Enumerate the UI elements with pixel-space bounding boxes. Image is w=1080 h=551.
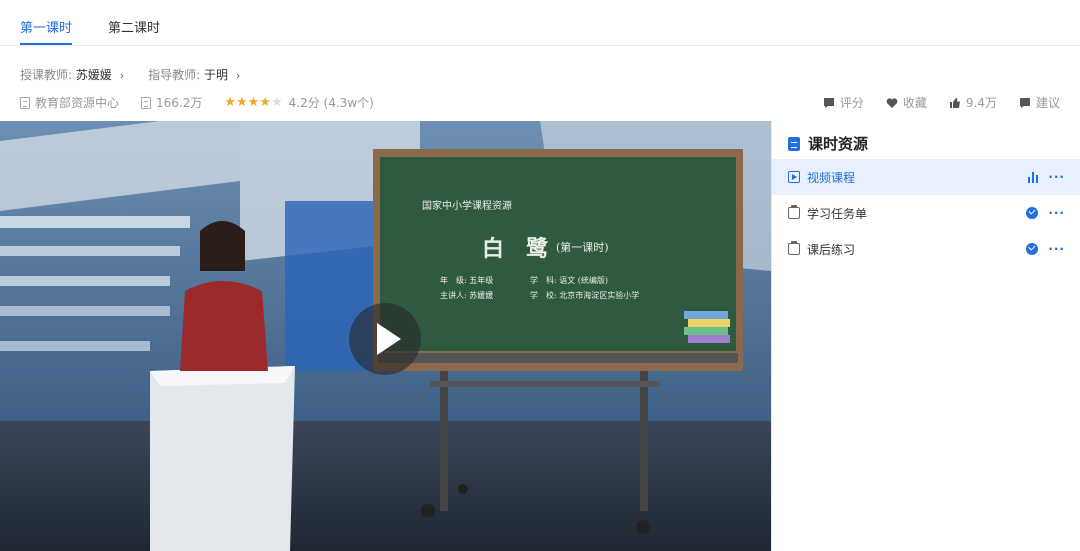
clipboard-icon [788,241,800,255]
lecturer-label: 授课教师: [20,68,73,82]
video-player[interactable]: 国家中小学课程资源 白 鹭 (第一课时) 年 级: 五年级 学 科: 语文 (统… [0,121,771,551]
heart-icon [886,97,898,108]
lesson-tabs: 第一课时 第二课时 [0,0,1080,46]
chevron-right-icon: › [235,69,241,82]
resource-controls: ··· [1026,242,1065,256]
resource-item-exercise[interactable]: 课后练习 ··· [772,231,1080,267]
favorite-label: 收藏 [902,96,927,110]
source-name: 教育部资源中心 [35,96,120,110]
tab-lesson-1[interactable]: 第一课时 [20,17,73,45]
board-title: 白 鹭 [482,236,549,262]
views: 166.2万 [141,94,202,111]
half-star-icon: ★ [271,95,283,110]
tab-lesson-2[interactable]: 第二课时 [108,17,160,36]
thumbs-up-icon [949,97,960,108]
board-school: 学 校: 北京市海淀区实验小学 [530,291,640,300]
panel-title: 课时资源 [788,133,868,154]
playing-bars-icon [1028,171,1039,183]
advisor[interactable]: 指导教师: 于明 › [148,66,240,83]
star-icons: ★★★★ [224,95,271,110]
rate-button[interactable]: 评分 [823,94,864,111]
resource-item-task-sheet[interactable]: 学习任务单 ··· [772,195,1080,231]
rating: ★★★★★ 4.2分 (4.3w个) [224,94,373,111]
favorite-button[interactable]: 收藏 [886,94,927,111]
star-rating: ★★★★★ [224,95,282,110]
like-count: 9.4万 [965,96,997,110]
lesson-resources-panel: 课时资源 视频课程 ··· 学习任务单 ··· 课后练习 ··· [771,121,1080,551]
board-header: 国家中小学课程资源 [422,201,512,212]
resource-meta: 教育部资源中心 166.2万 ★★★★★ 4.2分 (4.3w个) [20,94,396,111]
rate-label: 评分 [839,96,864,110]
lecturer[interactable]: 授课教师: 苏媛媛 › [20,66,124,83]
chevron-right-icon: › [119,69,125,82]
resource-controls: ··· [1028,170,1065,184]
play-button[interactable] [349,303,421,375]
suggest-button[interactable]: 建议 [1019,94,1060,111]
views-icon [141,96,152,109]
clipboard-icon [788,205,800,219]
board-speaker: 主讲人: 苏媛媛 [440,291,494,300]
more-icon[interactable]: ··· [1048,170,1065,184]
resource-label: 课后练习 [807,242,856,257]
advisor-name[interactable]: 于明 [204,68,228,82]
panel-title-text: 课时资源 [808,135,869,153]
resource-controls: ··· [1026,206,1065,220]
resource-label: 视频课程 [807,170,856,185]
feedback-icon [1019,97,1030,108]
more-icon[interactable]: ··· [1048,242,1065,256]
source: 教育部资源中心 [20,94,119,111]
rating-text: 4.2分 (4.3w个) [288,96,374,110]
lecturer-name[interactable]: 苏媛媛 [76,68,112,82]
like-button[interactable]: 9.4万 [949,94,997,111]
suggest-label: 建议 [1035,96,1060,110]
teacher-info: 授课教师: 苏媛媛 › 指导教师: 于明 › [20,66,240,83]
check-circle-icon [1026,207,1039,219]
check-circle-icon [1026,243,1039,255]
board-subject: 学 科: 语文 (统编版) [530,276,609,285]
comment-icon [823,97,834,108]
book-icon [788,136,800,151]
board-grade: 年 级: 五年级 [440,276,494,285]
resource-label: 学习任务单 [807,206,868,221]
advisor-label: 指导教师: [148,68,201,82]
board-subtitle: (第一课时) [556,241,609,254]
document-icon [20,96,30,109]
views-count: 166.2万 [156,96,203,110]
video-icon [788,171,800,183]
action-bar: 评分 收藏 9.4万 建议 [823,94,1060,111]
resource-item-video[interactable]: 视频课程 ··· [772,159,1080,195]
more-icon[interactable]: ··· [1048,206,1065,220]
